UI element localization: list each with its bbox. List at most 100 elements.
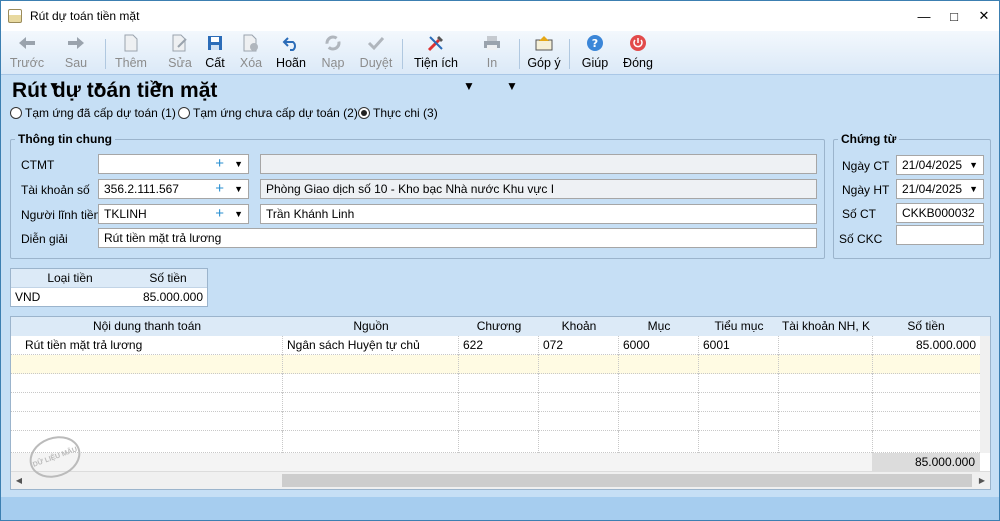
feedback-button[interactable]: Góp ý [526,33,562,73]
column-header-amount[interactable]: Số tiền [129,269,207,287]
voucher-date-picker[interactable]: 21/04/2025 ▼ [896,155,984,175]
add-icon[interactable]: + [215,180,224,198]
print-button[interactable]: In [479,33,505,73]
close-button[interactable]: Đóng [619,33,657,73]
help-label: Giúp [581,56,609,70]
empty-row[interactable] [11,412,980,431]
utilities-button[interactable]: Tiện ích [411,33,461,73]
radio-button[interactable] [10,107,22,119]
column-header-bank-account[interactable]: Tài khoản NH, K [779,317,873,336]
source-cell[interactable]: Ngân sách Huyện tự chủ [283,336,459,355]
undo-icon [273,33,309,53]
account-combo[interactable]: 356.2.111.567 + ▼ [98,179,249,199]
close-label: Đóng [623,56,653,70]
mode-option-label: Tạm ứng chưa cấp dự toán (2) [193,106,358,120]
chevron-down-icon[interactable]: ▼ [969,156,978,174]
arrow-right-icon [61,33,91,53]
radio-button[interactable] [178,107,190,119]
print-dropdown-icon[interactable]: ▼ [506,79,518,93]
ckc-number-label: Số CKC [839,232,883,246]
edit-label: Sửa [168,56,192,70]
new-document-icon [114,33,148,53]
column-header-chuong[interactable]: Chương [459,317,539,336]
chuong-cell[interactable]: 622 [459,336,539,355]
scroll-left-icon[interactable]: ◀ [11,472,27,489]
content-cell[interactable]: Rút tiền mặt trả lương [11,336,283,355]
undo-button[interactable]: Hoãn [273,33,309,73]
recipient-name-field[interactable]: Trần Khánh Linh [260,204,817,224]
currency-cell[interactable]: VND [11,288,129,307]
next-button[interactable]: Sau [61,33,91,73]
maximize-icon[interactable]: □ [939,1,969,31]
voucher-number-field[interactable]: CKKB000032 [896,203,984,223]
scroll-thumb[interactable] [282,474,972,487]
prev-button[interactable]: Trước [9,33,45,73]
empty-row[interactable] [11,374,980,393]
recipient-value: TKLINH [104,207,147,221]
save-button[interactable]: Cất [201,33,229,73]
ckc-number-field[interactable] [896,225,984,245]
floppy-disk-icon [201,33,229,53]
bank-account-cell[interactable] [779,336,873,355]
minimize-icon[interactable]: — [909,1,939,31]
window-title: Rút dự toán tiền mặt [30,9,140,23]
account-label: Tài khoản số [21,183,90,197]
description-label: Diễn giải [21,232,68,246]
status-bar [1,497,999,520]
column-header-tieu-muc[interactable]: Tiểu mục [699,317,779,336]
empty-row[interactable] [11,431,980,453]
description-field[interactable]: Rút tiền mặt trả lương [98,228,817,248]
posting-date-picker[interactable]: 21/04/2025 ▼ [896,179,984,199]
refresh-icon [317,33,349,53]
recipient-combo[interactable]: TKLINH + ▼ [98,204,249,224]
muc-cell[interactable]: 6000 [619,336,699,355]
add-icon[interactable]: + [215,205,224,223]
reload-button[interactable]: Nạp [317,33,349,73]
add-icon[interactable]: + [215,155,224,173]
amount-cell[interactable]: 85.000.000 [129,288,207,307]
column-header-khoan[interactable]: Khoản [539,317,619,336]
edit-document-icon [166,33,194,53]
account-value: 356.2.111.567 [104,182,179,196]
tieu-muc-cell[interactable]: 6001 [699,336,779,355]
chevron-down-icon[interactable]: ▼ [234,205,243,223]
delete-button[interactable]: Xóa [236,33,266,73]
toolbar-separator [402,39,403,69]
ctmt-combo[interactable]: + ▼ [98,154,249,174]
column-header-amount[interactable]: Số tiền [873,317,979,336]
khoan-cell[interactable]: 072 [539,336,619,355]
close-icon[interactable]: ✕ [969,1,999,31]
add-button[interactable]: Thêm [114,33,148,73]
mode-option-1[interactable]: Tạm ứng đã cấp dự toán (1) [10,106,176,120]
page-title: Rút dự toán tiền mặt [12,79,218,102]
feedback-icon [526,33,562,53]
empty-row[interactable] [11,393,980,412]
vertical-scrollbar[interactable] [980,336,990,453]
new-row[interactable] [11,355,980,374]
mode-option-2[interactable]: Tạm ứng chưa cấp dự toán (2) [178,106,358,120]
approve-button[interactable]: Duyệt [357,33,395,73]
approve-label: Duyệt [359,56,393,70]
radio-button-selected[interactable] [358,107,370,119]
chevron-down-icon[interactable]: ▼ [969,180,978,198]
payment-details-table: Nội dung thanh toán Nguồn Chương Khoản M… [10,316,991,490]
column-header-currency[interactable]: Loại tiền [11,269,129,287]
mode-option-3[interactable]: Thực chi (3) [358,106,438,120]
voucher-legend: Chứng từ [841,132,897,146]
scroll-right-icon[interactable]: ▶ [974,472,990,489]
help-button[interactable]: ? Giúp [579,33,611,73]
table-row[interactable]: Rút tiền mặt trả lương Ngân sách Huyện t… [11,336,980,355]
table-row[interactable]: VND 85.000.000 [11,288,207,307]
column-header-content[interactable]: Nội dung thanh toán [11,317,283,336]
utilities-dropdown-icon[interactable]: ▼ [463,79,475,93]
horizontal-scrollbar[interactable]: ◀ ▶ [11,471,990,489]
recipient-label: Người lĩnh tiền [21,208,101,222]
undo-label: Hoãn [276,56,306,70]
chevron-down-icon[interactable]: ▼ [234,180,243,198]
chevron-down-icon[interactable]: ▼ [234,155,243,173]
amount-cell[interactable]: 85.000.000 [873,336,980,355]
general-info-legend: Thông tin chung [18,132,112,146]
column-header-muc[interactable]: Mục [619,317,699,336]
edit-button[interactable]: Sửa [166,33,194,73]
column-header-source[interactable]: Nguồn [283,317,459,336]
